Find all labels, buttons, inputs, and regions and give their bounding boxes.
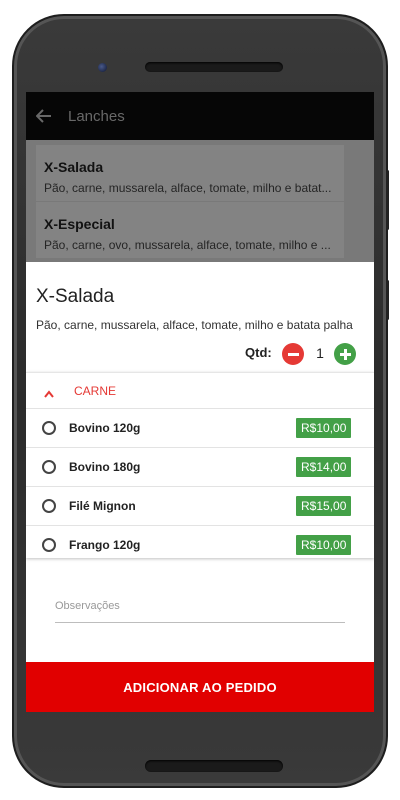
minus-icon [287, 352, 299, 356]
plus-icon-vertical [343, 348, 347, 360]
price-badge: R$10,00 [296, 535, 352, 555]
top-speaker [145, 62, 283, 72]
observations-underline [55, 622, 345, 623]
product-description: Pão, carne, mussarela, alface, tomate, m… [36, 318, 353, 332]
product-bottom-sheet: X-Salada Pão, carne, mussarela, alface, … [26, 262, 374, 712]
quantity-label: Qtd: [245, 345, 272, 360]
increase-quantity-button[interactable] [334, 343, 356, 365]
product-title: X-Salada [36, 286, 115, 307]
quantity-value: 1 [316, 345, 324, 361]
screen: Lanches X-Salada Pão, carne, mussarela, … [26, 92, 374, 712]
price-badge: R$15,00 [296, 496, 352, 516]
option-row[interactable]: Bovino 120g R$10,00 [26, 409, 374, 448]
option-group-title: CARNE [74, 384, 117, 398]
option-name: Frango 120g [69, 538, 141, 552]
add-to-order-button[interactable]: ADICIONAR AO PEDIDO [26, 662, 374, 712]
price-badge: R$14,00 [296, 457, 352, 477]
option-row[interactable]: Frango 120g R$10,00 [26, 526, 374, 565]
option-row[interactable]: Filé Mignon R$15,00 [26, 487, 374, 526]
radio-button[interactable] [42, 538, 56, 552]
option-row[interactable]: Bovino 180g R$14,00 [26, 448, 374, 487]
chevron-up-icon[interactable] [44, 385, 54, 403]
option-name: Filé Mignon [69, 499, 136, 513]
radio-button[interactable] [42, 421, 56, 435]
option-name: Bovino 120g [69, 421, 141, 435]
observations-input[interactable]: Observações [55, 600, 120, 612]
decrease-quantity-button[interactable] [282, 343, 304, 365]
radio-button[interactable] [42, 499, 56, 513]
volume-button [386, 280, 389, 320]
radio-button[interactable] [42, 460, 56, 474]
price-badge: R$10,00 [296, 418, 352, 438]
option-group-header[interactable]: CARNE [26, 373, 374, 409]
front-camera [98, 63, 107, 72]
option-name: Bovino 180g [69, 460, 141, 474]
option-group-card: CARNE Bovino 120g R$10,00 Bovino 180g R$… [26, 372, 374, 558]
power-button [386, 170, 389, 230]
modal-scrim[interactable] [26, 92, 374, 262]
bottom-speaker [145, 760, 283, 772]
